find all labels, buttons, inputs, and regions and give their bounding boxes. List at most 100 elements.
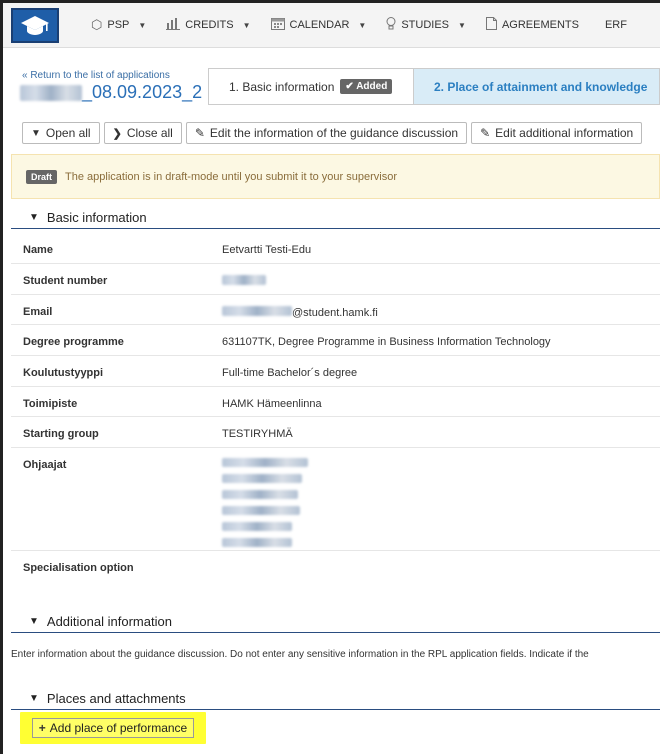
section-places-title: Places and attachments [46, 691, 186, 706]
section-additional-information[interactable]: ▼ Additional information [11, 611, 660, 633]
basic-info-table: Name Eetvartti Testi-Edu Student number … [11, 233, 660, 591]
chevron-down-icon: ▼ [31, 127, 41, 139]
document-icon [485, 17, 497, 33]
section-additional-information-title: Additional information [46, 614, 172, 629]
shield-icon: ⬡ [91, 17, 103, 32]
nav-credits[interactable]: CREDITS ▼ [166, 17, 251, 33]
pencil-icon: ✎ [194, 126, 205, 140]
label-degree: Degree programme [23, 336, 124, 348]
row-email: Email @student.hamk.fi [11, 295, 660, 325]
additional-info-hint: Enter information about the guidance dis… [11, 649, 589, 660]
top-nav: ⬡ PSP ▼ CREDITS ▼ CALENDAR ▼ STUDIES ▼ A… [3, 3, 660, 48]
hamk-logo[interactable] [11, 7, 59, 43]
open-all-label: Open all [45, 126, 91, 140]
nav-agreements[interactable]: AGREEMENTS [485, 17, 579, 33]
redacted-supervisor [222, 473, 302, 483]
label-student-number: Student number [23, 275, 108, 287]
row-supervisors: Ohjaajat [11, 448, 660, 551]
check-circle-icon: ✔ [345, 81, 354, 92]
nav-calendar-label: CALENDAR [289, 19, 350, 31]
value-education-type: Full-time Bachelor´s degree [222, 367, 358, 379]
redacted-supervisor [222, 505, 300, 515]
label-starting-group: Starting group [23, 428, 99, 440]
toolbar: ▼ Open all ❯ Close all ✎ Edit the inform… [22, 122, 646, 144]
close-all-label: Close all [126, 126, 173, 140]
redacted-supervisor [222, 457, 308, 467]
wizard-steps: 1. Basic information ✔ Added 2. Place of… [208, 68, 660, 105]
value-office: HAMK Hämeenlinna [222, 398, 322, 410]
value-supervisors [222, 448, 660, 550]
row-education-type: Koulutustyyppi Full-time Bachelor´s degr… [11, 356, 660, 387]
add-place-of-performance-button[interactable]: + Add place of performance [31, 718, 195, 738]
graduation-cap-icon [21, 16, 49, 35]
chevron-down-icon: ▼ [458, 20, 466, 30]
redacted-supervisor [222, 489, 298, 499]
label-name: Name [23, 244, 53, 256]
open-all-button[interactable]: ▼ Open all [22, 122, 100, 144]
nav-credits-label: CREDITS [185, 19, 234, 31]
draft-tag: Draft [26, 169, 58, 184]
row-starting-group: Starting group TESTIRYHMÄ [11, 417, 660, 448]
close-all-button[interactable]: ❯ Close all [103, 122, 182, 144]
application-id-suffix: _08.09.2023_2 [82, 82, 203, 102]
edit-additional-button[interactable]: ✎ Edit additional information [471, 122, 643, 144]
chevron-down-icon: ▼ [358, 20, 367, 30]
email-domain: @student.hamk.fi [292, 307, 378, 319]
step-place-of-attainment[interactable]: 2. Place of attainment and knowledge [414, 69, 659, 104]
chevron-down-icon: ▼ [29, 616, 39, 627]
redacted-student-id [20, 84, 82, 101]
value-email: @student.hamk.fi [222, 295, 660, 319]
label-office: Toimipiste [23, 398, 78, 410]
step-basic-information[interactable]: 1. Basic information ✔ Added [209, 69, 414, 104]
redacted-supervisor [222, 537, 292, 547]
back-to-applications-link[interactable]: « Return to the list of applications [22, 70, 170, 81]
value-specialisation [222, 551, 660, 562]
chevron-down-icon: ▼ [138, 20, 147, 30]
nav-calendar[interactable]: CALENDAR ▼ [270, 17, 367, 33]
row-degree: Degree programme 631107TK, Degree Progra… [11, 325, 660, 356]
section-basic-information[interactable]: ▼ Basic information [11, 207, 660, 229]
row-name: Name Eetvartti Testi-Edu [11, 233, 660, 264]
bar-chart-icon [166, 17, 181, 33]
chevron-down-icon: ▼ [29, 212, 39, 223]
row-specialisation: Specialisation option [11, 551, 660, 591]
nav-erf[interactable]: ERF [605, 19, 627, 31]
chevron-down-icon: ▼ [242, 20, 251, 30]
added-badge: ✔ Added [340, 79, 393, 94]
redacted-email-user [222, 306, 292, 316]
section-basic-information-title: Basic information [46, 210, 147, 225]
redacted-student-number [222, 275, 266, 285]
nav-psp-label: PSP [107, 19, 130, 31]
value-starting-group: TESTIRYHMÄ [222, 428, 293, 440]
calendar-icon [270, 17, 285, 33]
add-place-label: Add place of performance [49, 721, 188, 735]
nav-erf-label: ERF [604, 19, 627, 31]
step1-label: 1. Basic information [229, 79, 335, 94]
value-name: Eetvartti Testi-Edu [222, 244, 312, 256]
row-student-number: Student number [11, 264, 660, 295]
nav-studies[interactable]: STUDIES ▼ [386, 17, 466, 33]
chevron-right-icon: ❯ [112, 127, 122, 140]
section-places-and-attachments[interactable]: ▼ Places and attachments [11, 688, 660, 710]
application-id: _08.09.2023_2 [20, 82, 202, 103]
edit-guidance-button[interactable]: ✎ Edit the information of the guidance d… [185, 122, 468, 144]
lightbulb-icon [386, 17, 396, 33]
value-student-number [222, 264, 660, 288]
redacted-supervisor [222, 521, 292, 531]
edit-additional-label: Edit additional information [495, 126, 634, 140]
nav-agreements-label: AGREEMENTS [501, 19, 579, 31]
added-badge-text: Added [356, 81, 388, 92]
row-office: Toimipiste HAMK Hämeenlinna [11, 387, 660, 417]
label-specialisation: Specialisation option [23, 562, 134, 574]
plus-icon: + [38, 721, 46, 735]
edit-guidance-label: Edit the information of the guidance dis… [209, 126, 459, 140]
draft-notice: Draft The application is in draft-mode u… [11, 154, 660, 199]
label-education-type: Koulutustyyppi [23, 367, 104, 379]
nav-psp[interactable]: ⬡ PSP ▼ [91, 17, 146, 33]
draft-text: The application is in draft-mode until y… [65, 170, 398, 183]
chevron-down-icon: ▼ [29, 693, 39, 704]
value-degree: 631107TK, Degree Programme in Business I… [222, 336, 551, 348]
add-place-highlight: + Add place of performance [20, 712, 206, 744]
label-email: Email [23, 306, 53, 318]
step2-label: 2. Place of attainment and knowledge [434, 79, 648, 94]
